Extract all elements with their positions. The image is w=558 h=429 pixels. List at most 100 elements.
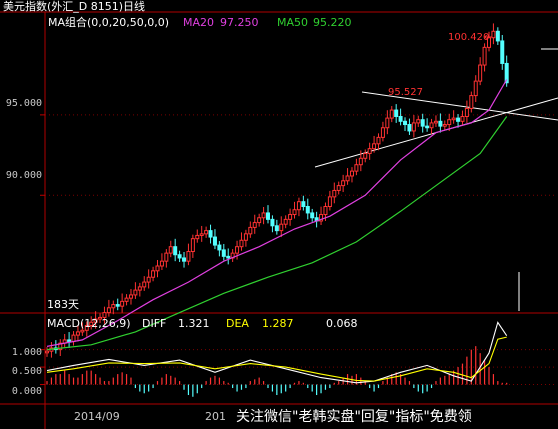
candle-body xyxy=(403,120,408,126)
candle-body xyxy=(261,212,266,219)
candle-body xyxy=(296,201,301,211)
candle-body xyxy=(217,244,222,251)
candle-body xyxy=(341,180,346,187)
candle-body xyxy=(301,201,306,208)
macd-y-tick-label: 0.500 xyxy=(11,366,42,377)
candle-body xyxy=(345,175,350,182)
candle-body xyxy=(336,185,341,191)
candle-body xyxy=(248,226,253,235)
ma-params-label: MA组合(0,0,20,50,0,0) xyxy=(48,16,170,29)
y-tick-label: 95.000 xyxy=(5,98,42,109)
candle-body xyxy=(438,120,443,127)
candle-body xyxy=(128,294,133,299)
candle-body xyxy=(283,218,288,225)
candle-body xyxy=(199,233,204,236)
candle-body xyxy=(274,225,279,232)
days-count-label: 183天 xyxy=(47,298,79,311)
dea-value: 1.287 xyxy=(262,317,294,330)
candle-body xyxy=(478,64,483,82)
candle-body xyxy=(279,223,284,232)
ma20-label: MA20 xyxy=(183,16,215,29)
candle-body xyxy=(292,209,297,216)
dea-line xyxy=(46,336,507,382)
ma20-value: 97.250 xyxy=(220,16,259,29)
candle-body xyxy=(151,270,156,278)
candle-body xyxy=(305,206,310,214)
macd-title: MACD(12,26,9) xyxy=(47,317,131,330)
candle-body xyxy=(155,265,160,272)
macd-y-tick-label: 0.000 xyxy=(11,386,42,397)
candle-body xyxy=(252,222,257,228)
candle-body xyxy=(75,331,80,336)
candle-body xyxy=(226,255,231,259)
candle-body xyxy=(204,230,209,235)
candle-body xyxy=(385,117,390,129)
candle-body xyxy=(182,257,187,262)
candle-body xyxy=(190,238,195,253)
candle-body xyxy=(243,233,248,241)
candle-body xyxy=(159,260,164,267)
candle-body xyxy=(146,276,151,283)
candle-body xyxy=(473,80,478,97)
candle-body xyxy=(376,136,381,145)
dea-label: DEA xyxy=(226,317,249,330)
candle-body xyxy=(495,30,500,42)
candle-body xyxy=(142,281,147,288)
diff-label: DIFF xyxy=(142,317,167,330)
diff-value: 1.321 xyxy=(178,317,210,330)
ma50-label: MA50 xyxy=(277,16,309,29)
candle-body xyxy=(500,40,505,64)
candle-body xyxy=(363,152,368,159)
candle-body xyxy=(310,212,315,219)
candle-body xyxy=(288,214,293,220)
candle-body xyxy=(235,246,240,254)
candle-body xyxy=(433,120,438,124)
candle-body xyxy=(67,339,72,343)
candle-body xyxy=(80,329,85,333)
y-tick-label: 90.000 xyxy=(5,170,42,181)
candle-body xyxy=(394,109,399,117)
candle-body xyxy=(420,119,425,127)
candle-body xyxy=(482,46,487,66)
candle-body xyxy=(71,334,76,343)
candle-body xyxy=(354,164,359,172)
candle-body xyxy=(460,115,465,122)
macd-value: 0.068 xyxy=(326,317,358,330)
candle-body xyxy=(407,124,412,132)
candle-body xyxy=(451,117,456,121)
candle-body xyxy=(212,236,217,246)
high-arrow-icon: ← xyxy=(484,32,493,43)
candle-body xyxy=(133,289,138,296)
candle-body xyxy=(332,189,337,198)
candle-body xyxy=(464,107,469,117)
candle-body xyxy=(372,143,377,150)
candle-body xyxy=(168,246,173,254)
candle-body xyxy=(270,218,275,227)
candle-body xyxy=(120,300,125,307)
candle-body xyxy=(398,115,403,122)
candle-body xyxy=(45,350,49,354)
candle-body xyxy=(469,95,474,109)
candle-body xyxy=(115,304,120,307)
candle-body xyxy=(257,217,262,224)
candle-body xyxy=(358,157,363,166)
candle-body xyxy=(367,148,372,154)
diff-line xyxy=(46,321,508,384)
candle-body xyxy=(323,206,328,216)
ma50-value: 95.220 xyxy=(313,16,352,29)
candle-body xyxy=(164,252,169,262)
chart-title: 美元指数(外汇_D 8151)日线 xyxy=(3,0,146,13)
x-tick-label: 2014/09 xyxy=(74,410,120,423)
candle-body xyxy=(137,286,142,291)
chart-window[interactable]: 美元指数(外汇_D 8151)日线 MA组合(0,0,20,50,0,0) MA… xyxy=(0,0,558,429)
candle-body xyxy=(425,125,430,129)
candle-body xyxy=(239,239,244,248)
mid-high-annotation: 95.527 xyxy=(388,87,423,98)
candle-body xyxy=(221,249,226,257)
candle-body xyxy=(349,170,354,177)
candle-body xyxy=(389,109,394,119)
price-chart-canvas[interactable] xyxy=(0,0,558,429)
x-tick-label: 201 xyxy=(205,410,226,423)
promo-watermark: 关注微信"老韩实盘"回复"指标"免费领 xyxy=(232,405,558,429)
candle-body xyxy=(456,117,461,122)
